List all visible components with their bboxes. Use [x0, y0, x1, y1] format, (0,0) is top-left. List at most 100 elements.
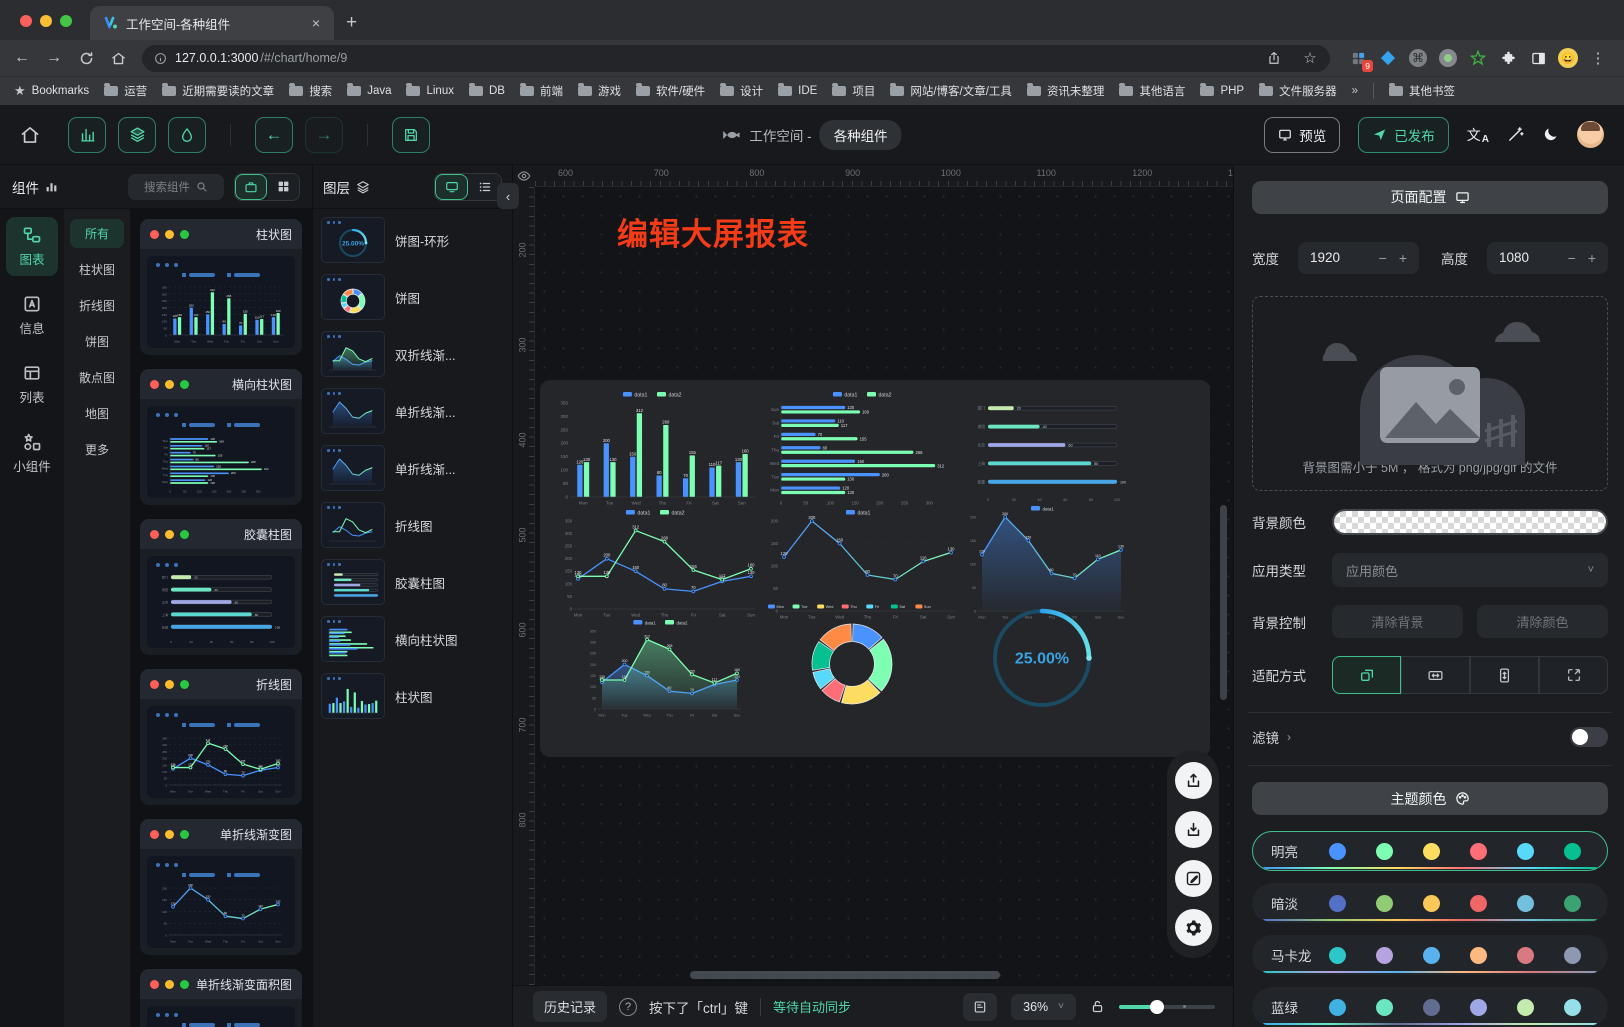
- ring-chart[interactable]: 25.00%: [986, 602, 1098, 714]
- toolbox-view-toggle[interactable]: [235, 174, 267, 200]
- bar-chart[interactable]: 0501001502002503003501202001508070110130…: [556, 390, 758, 506]
- edit-button[interactable]: [1175, 860, 1212, 897]
- extension-grid-icon[interactable]: 9: [1348, 48, 1368, 68]
- theme-color-header[interactable]: 主题颜色: [1252, 782, 1608, 815]
- vertical-scrollbar[interactable]: [1220, 505, 1227, 700]
- component-card[interactable]: 单折线渐变面积图0501001502001202001508070110130M…: [140, 969, 302, 1027]
- theme-row-蓝绿[interactable]: 蓝绿: [1252, 987, 1608, 1027]
- magic-wand-icon[interactable]: [1507, 126, 1524, 143]
- width-decrease[interactable]: −: [1379, 250, 1387, 266]
- sidebar-item-1[interactable]: 图表: [6, 217, 58, 276]
- bookmark-item[interactable]: DB: [469, 83, 505, 99]
- bookmark-item[interactable]: 搜索: [289, 83, 332, 99]
- bookmark-item[interactable]: Java: [347, 83, 391, 99]
- browser-menu-icon[interactable]: ⋮: [1588, 48, 1608, 68]
- height-decrease[interactable]: −: [1568, 250, 1576, 266]
- theme-row-暗淡[interactable]: 暗淡: [1252, 883, 1608, 923]
- browser-home-button[interactable]: [104, 44, 132, 72]
- theme-row-明亮[interactable]: 明亮: [1252, 831, 1608, 871]
- filter-toggle[interactable]: [1570, 727, 1608, 747]
- collapse-layers-button[interactable]: ‹: [497, 183, 519, 209]
- bookmark-item[interactable]: 资讯未整理: [1027, 83, 1105, 99]
- category-6[interactable]: 地图: [70, 399, 124, 428]
- extensions-puzzle-icon[interactable]: [1498, 48, 1518, 68]
- history-button[interactable]: 历史记录: [533, 991, 607, 1022]
- chevron-right-icon[interactable]: ›: [1287, 730, 1291, 744]
- notes-button[interactable]: [963, 993, 997, 1021]
- layer-item[interactable]: 单折线渐...: [321, 388, 504, 434]
- bookmark-item[interactable]: 文件服务器: [1259, 83, 1337, 99]
- bookmark-item[interactable]: 近期需要读的文章: [162, 83, 274, 99]
- fit-width-button[interactable]: [1401, 656, 1470, 694]
- sidebar-item-4[interactable]: 小组件: [6, 424, 58, 483]
- maximize-window-button[interactable]: [60, 15, 72, 27]
- bookmark-item[interactable]: IDE: [778, 83, 817, 99]
- background-color-swatch[interactable]: [1332, 509, 1608, 535]
- app-type-select[interactable]: 应用颜色˅: [1332, 553, 1608, 587]
- zoom-slider-knob[interactable]: [1150, 1000, 1164, 1014]
- horizontal-scrollbar[interactable]: [690, 971, 1000, 979]
- sidebar-toggle-icon[interactable]: [1528, 48, 1548, 68]
- bookmark-item[interactable]: 游戏: [578, 83, 621, 99]
- user-avatar[interactable]: [1577, 121, 1604, 148]
- close-window-button[interactable]: [20, 15, 32, 27]
- share-icon[interactable]: [1260, 44, 1288, 72]
- grid-view-toggle[interactable]: [267, 174, 299, 200]
- component-card[interactable]: 折线图0501001502002503003501202001508070110…: [140, 669, 302, 805]
- capsule-chart[interactable]: 厦门20南阳40北京60上海80新疆100020406080100: [972, 396, 1132, 502]
- language-icon[interactable]: 文A: [1467, 125, 1489, 145]
- canvas-area[interactable]: 6007008009001000110012001300 20030040050…: [513, 165, 1233, 1027]
- browser-back-button[interactable]: ←: [8, 44, 36, 72]
- component-card[interactable]: 柱状图0501001502002503003501202001508070110…: [140, 219, 302, 355]
- new-tab-button[interactable]: +: [334, 12, 371, 40]
- layer-item[interactable]: 双折线渐...: [321, 331, 504, 377]
- zoom-slider[interactable]: [1119, 1000, 1215, 1014]
- bookmark-item[interactable]: PHP: [1200, 83, 1244, 99]
- category-1[interactable]: 所有: [70, 219, 124, 248]
- details-panel-button[interactable]: [168, 117, 206, 153]
- extension-diamond-icon[interactable]: [1378, 48, 1398, 68]
- browser-reload-button[interactable]: [72, 44, 100, 72]
- bookmarks-manager[interactable]: ★Bookmarks: [14, 83, 89, 99]
- garea2-chart[interactable]: 0501001502002503003501202001508070110130…: [584, 618, 746, 718]
- component-card[interactable]: 胶囊柱图厦门20南阳40北京60上海80新疆100020406080100: [140, 519, 302, 655]
- profile-avatar[interactable]: 😀: [1558, 48, 1578, 68]
- canvas-title-text[interactable]: 编辑大屏报表: [617, 209, 809, 254]
- hbar-chart[interactable]: Sun130160Sat110117Fri70155Thu80268Wed150…: [766, 390, 968, 506]
- save-button[interactable]: [392, 117, 430, 153]
- page-config-header[interactable]: 页面配置: [1252, 181, 1608, 214]
- line2-chart[interactable]: 0501001502002503003501202001508070110130…: [560, 508, 760, 618]
- fit-height-button[interactable]: [1470, 656, 1539, 694]
- dashboard-board[interactable]: 0501001502002503003501202001508070110130…: [540, 380, 1210, 757]
- category-7[interactable]: 更多: [70, 435, 124, 464]
- minimize-window-button[interactable]: [40, 15, 52, 27]
- category-5[interactable]: 散点图: [70, 363, 124, 392]
- redo-button[interactable]: →: [305, 117, 343, 153]
- bookmark-item[interactable]: 项目: [832, 83, 875, 99]
- bookmark-item[interactable]: 网站/博客/文章/工具: [890, 83, 1012, 99]
- help-icon[interactable]: ?: [619, 998, 637, 1016]
- component-card[interactable]: 单折线渐变图0501001502001202001508070110130Mon…: [140, 819, 302, 955]
- layer-item[interactable]: 柱状图: [321, 673, 504, 719]
- height-increase[interactable]: +: [1588, 250, 1596, 266]
- category-4[interactable]: 饼图: [70, 327, 124, 356]
- preview-button[interactable]: 预览: [1264, 117, 1340, 153]
- height-input[interactable]: 1080 −+: [1487, 242, 1608, 274]
- layer-item[interactable]: 25.00%饼图-环形: [321, 217, 504, 263]
- lock-icon[interactable]: [1090, 999, 1105, 1014]
- bookmark-star-icon[interactable]: ☆: [1296, 44, 1324, 72]
- bookmarks-overflow-button[interactable]: »: [1352, 85, 1358, 97]
- publish-button[interactable]: 已发布: [1358, 117, 1449, 153]
- settings-button[interactable]: [1175, 909, 1212, 946]
- bookmark-item[interactable]: 设计: [720, 83, 763, 99]
- category-3[interactable]: 折线图: [70, 291, 124, 320]
- url-bar[interactable]: 127.0.0.1:3000/#/chart/home/9 ☆: [142, 45, 1330, 72]
- browser-tab[interactable]: 工作空间-各种组件 ×: [90, 6, 334, 40]
- clear-background-button[interactable]: 清除背景: [1332, 605, 1463, 638]
- background-upload-area[interactable]: 背景图需小于 5M ， 格式为 png/jpg/gif 的文件: [1252, 296, 1608, 491]
- charts-panel-button[interactable]: [68, 117, 106, 153]
- zoom-select[interactable]: 36%˅: [1011, 994, 1076, 1020]
- layers-panel-button[interactable]: [118, 117, 156, 153]
- bookmark-item[interactable]: 软件/硬件: [636, 83, 705, 99]
- undo-button[interactable]: ←: [255, 117, 293, 153]
